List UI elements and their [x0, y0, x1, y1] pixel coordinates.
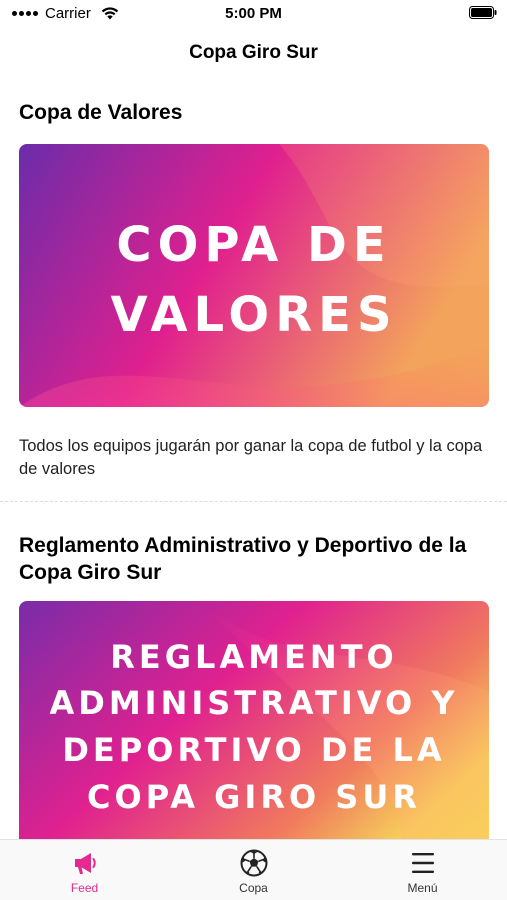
status-bar: Carrier 5:00 PM — [0, 0, 507, 28]
card-title: Reglamento Administrativo y Deportivo de… — [19, 534, 467, 584]
banner-line-1: REGLAMENTO — [110, 638, 397, 676]
card-image[interactable]: REGLAMENTO ADMINISTRATIVO Y DEPORTIVO DE… — [19, 601, 489, 840]
tab-bar: Feed Copa Menú — [0, 839, 507, 900]
battery-icon — [469, 6, 497, 19]
tab-label: Copa — [239, 881, 268, 895]
banner-line-3: DEPORTIVO DE LA — [62, 731, 445, 769]
card-image[interactable]: COPA DE VALORES — [19, 144, 489, 407]
status-time: 5:00 PM — [225, 5, 282, 22]
soccer-ball-icon — [240, 849, 267, 877]
tab-label: Menú — [407, 881, 438, 895]
tab-copa[interactable]: Copa — [169, 840, 338, 900]
card-title: Copa de Valores — [19, 101, 183, 124]
copa-de-valores-banner: COPA DE VALORES — [19, 144, 489, 407]
menu-icon — [411, 853, 434, 873]
feed-card[interactable]: Copa de Valores COPA DE VALORES Todos lo… — [0, 78, 507, 498]
page-title: Copa Giro Sur — [189, 42, 318, 63]
feed-list[interactable]: Copa de Valores COPA DE VALORES Todos lo… — [0, 78, 507, 840]
banner-line-4: COPA GIRO SUR — [87, 778, 421, 816]
banner-line-2: ADMINISTRATIVO Y — [49, 684, 458, 722]
banner-line-1: COPA DE — [116, 217, 391, 273]
tab-label: Feed — [70, 881, 99, 895]
tab-feed[interactable]: Feed — [0, 840, 169, 900]
card-description: Todos los equipos jugarán por ganar la c… — [19, 437, 483, 478]
navigation-bar: Copa Giro Sur — [0, 28, 507, 78]
tab-menu[interactable]: Menú — [338, 840, 507, 900]
reglamento-banner: REGLAMENTO ADMINISTRATIVO Y DEPORTIVO DE… — [19, 601, 489, 840]
megaphone-icon — [74, 853, 96, 874]
feed-card[interactable]: Reglamento Administrativo y Deportivo de… — [0, 502, 507, 840]
banner-line-2: VALORES — [110, 287, 397, 343]
